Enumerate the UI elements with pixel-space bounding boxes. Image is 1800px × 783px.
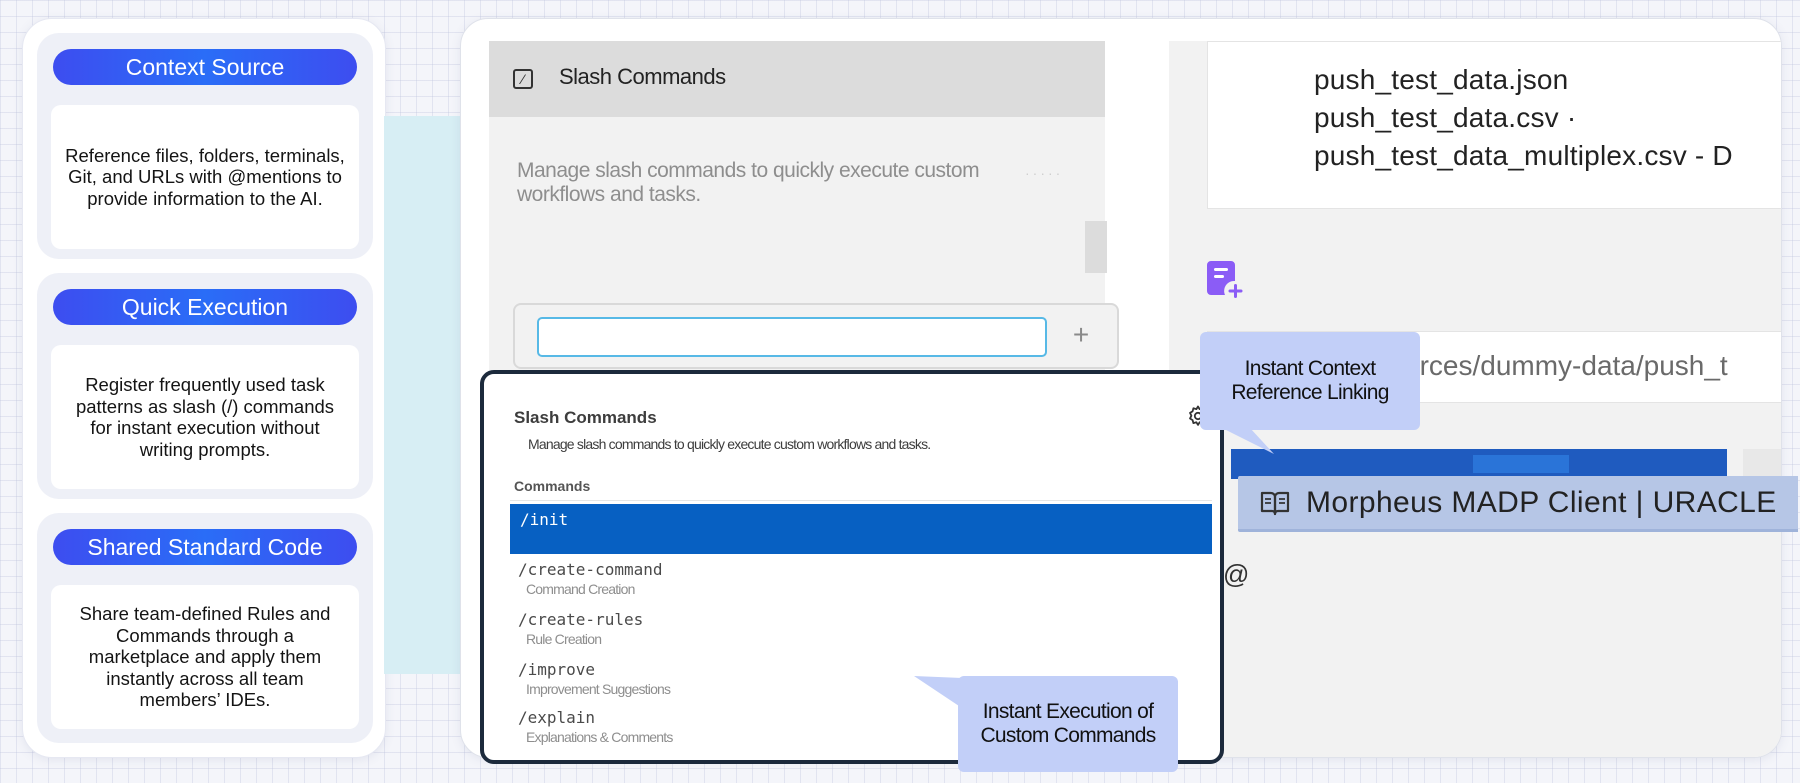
feature-description: Share team-defined Rules and Commands th… xyxy=(51,585,359,729)
command-item[interactable]: /improve Improvement Suggestions xyxy=(518,660,671,697)
feature-title: Shared Standard Code xyxy=(53,529,357,565)
command-item[interactable]: /create-command Command Creation xyxy=(518,560,663,597)
command-item[interactable]: /create-rules Rule Creation xyxy=(518,610,643,647)
command-description: Explanations & Comments xyxy=(526,729,673,745)
mention-symbol: @ xyxy=(1223,559,1250,589)
command-name: /init xyxy=(520,510,569,529)
settings-description: Manage slash commands to quickly execute… xyxy=(517,159,980,206)
faded-text-dots: ····· xyxy=(1025,165,1064,181)
background-band xyxy=(384,116,464,674)
feature-description: Reference files, folders, terminals, Git… xyxy=(51,105,359,249)
file-item[interactable]: push_test_data.json xyxy=(1314,64,1568,96)
feature-card-shared-standard-code: Shared Standard Code Share team-defined … xyxy=(37,513,373,743)
command-name: /explain xyxy=(518,708,596,727)
file-item[interactable]: push_test_data.csv · xyxy=(1314,102,1576,134)
callout-context-linking: Instant Context Reference Linking xyxy=(1200,332,1420,430)
slash-square-icon: ⁄ xyxy=(513,69,533,89)
feature-title: Quick Execution xyxy=(53,289,357,325)
settings-title: Slash Commands xyxy=(559,64,726,89)
feature-card-quick-execution: Quick Execution Register frequently used… xyxy=(37,273,373,499)
context-item-label: Morpheus MADP Client | URACLE xyxy=(1306,486,1777,519)
scrollbar[interactable] xyxy=(1085,221,1107,273)
features-panel: Context Source Reference files, folders,… xyxy=(22,18,386,758)
file-item[interactable]: push_test_data_multiplex.csv - D xyxy=(1314,140,1733,172)
commands-section-label: Commands xyxy=(514,478,591,494)
file-list-card: push_test_data.json push_test_data.csv ·… xyxy=(1207,41,1781,209)
feature-description: Register frequently used task patterns a… xyxy=(51,345,359,489)
context-reference-item[interactable]: Morpheus MADP Client | URACLE xyxy=(1238,476,1798,532)
callout-pointer xyxy=(1222,428,1274,454)
command-name: /improve xyxy=(518,660,596,679)
popup-title: Slash Commands xyxy=(514,408,657,427)
feature-title: Context Source xyxy=(53,49,357,85)
scroll-thumb xyxy=(1743,449,1781,479)
callout-pointer xyxy=(914,676,962,708)
callout-command-execution: Instant Execution of Custom Commands xyxy=(958,676,1178,772)
divider xyxy=(510,500,1212,501)
command-item[interactable]: /explain Explanations & Comments xyxy=(518,708,673,745)
settings-header: ⁄ Slash Commands xyxy=(489,41,1105,117)
command-name: /create-rules xyxy=(518,610,644,629)
selection-highlight xyxy=(1473,455,1569,473)
command-description: Rule Creation xyxy=(526,631,602,647)
command-name: /create-command xyxy=(518,560,663,579)
command-description: Command Creation xyxy=(526,581,635,597)
add-command-button[interactable]: + xyxy=(1061,315,1101,355)
path-text: urces/dummy-data/push_t xyxy=(1404,350,1728,381)
popup-description: Manage slash commands to quickly execute… xyxy=(528,436,931,452)
feature-card-context-source: Context Source Reference files, folders,… xyxy=(37,33,373,259)
document-add-icon[interactable] xyxy=(1205,259,1245,299)
command-search-box: + xyxy=(513,303,1119,369)
command-description: Improvement Suggestions xyxy=(526,681,671,697)
command-search-input[interactable] xyxy=(537,317,1047,357)
book-open-icon xyxy=(1260,491,1290,516)
command-item-selected[interactable]: /init xyxy=(510,504,1212,554)
scrollbar[interactable] xyxy=(1220,500,1224,756)
